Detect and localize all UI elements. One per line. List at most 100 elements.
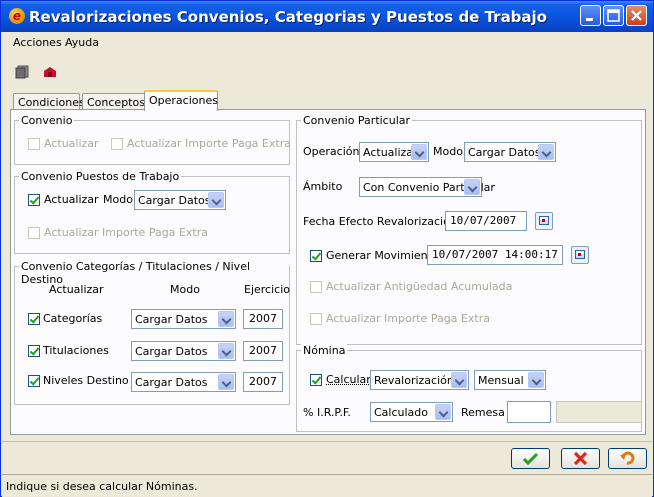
puestos-paga-extra-checkbox[interactable]: [28, 227, 40, 239]
puestos-actualizar-checkbox[interactable]: [28, 194, 40, 206]
chevron-down-icon[interactable]: [218, 343, 234, 359]
calendar-icon[interactable]: [571, 246, 589, 264]
exit-icon[interactable]: [42, 65, 56, 79]
chevron-down-icon[interactable]: [451, 372, 467, 388]
particular-modo-select[interactable]: Cargar Datos: [464, 142, 556, 162]
undo-button[interactable]: [608, 448, 647, 469]
nomina-tipo-select[interactable]: Revalorización: [370, 370, 469, 390]
minimize-icon: [581, 6, 600, 25]
categorias-label: Categorías: [43, 312, 103, 325]
minimize-button[interactable]: [580, 5, 601, 26]
header-actualizar: Actualizar: [49, 283, 104, 296]
calendar-icon[interactable]: [535, 212, 553, 230]
chevron-down-icon[interactable]: [464, 179, 480, 195]
group-particular: Convenio Particular Operación Actualizar…: [296, 114, 642, 345]
toolbar: [2, 54, 652, 84]
convenio-actualizar-checkbox[interactable]: [28, 138, 40, 150]
remesa-description-field: [556, 401, 642, 423]
group-nomina: Nómina Calcular Revalorización Mensual %…: [296, 344, 642, 432]
status-bar: Indique si desea calcular Nóminas.: [2, 474, 652, 497]
copy-icon[interactable]: [15, 65, 29, 79]
calcular-label: Calcular: [326, 373, 371, 386]
puestos-modo-value: Cargar Datos: [138, 194, 211, 207]
chevron-down-icon[interactable]: [411, 144, 427, 160]
title-bar[interactable]: e Revalorizaciones Convenios, Categorias…: [1, 1, 653, 32]
niveles-ejercicio-input[interactable]: 2007: [243, 372, 283, 392]
maximize-button[interactable]: [603, 5, 624, 26]
niveles-modo-select[interactable]: Cargar Datos: [131, 372, 236, 392]
categorias-modo-value: Cargar Datos: [135, 313, 208, 326]
menu-ayuda[interactable]: Ayuda: [65, 36, 99, 49]
cancel-button[interactable]: [561, 448, 600, 469]
menu-bar: Acciones Ayuda: [2, 32, 652, 54]
chevron-down-icon[interactable]: [538, 144, 554, 160]
convenio-paga-extra-label: Actualizar Importe Paga Extra: [127, 137, 291, 150]
particular-paga-extra-label: Actualizar Importe Paga Extra: [326, 312, 490, 325]
group-puestos: Convenio Puestos de Trabajo Actualizar M…: [14, 170, 290, 254]
chevron-down-icon[interactable]: [218, 311, 234, 327]
fecha-efecto-label: Fecha Efecto Revalorización: [303, 215, 457, 228]
puestos-modo-select[interactable]: Cargar Datos: [134, 190, 226, 210]
nomina-periodo-select[interactable]: Mensual: [474, 370, 546, 390]
status-text: Indique si desea calcular Nóminas.: [6, 480, 198, 493]
header-modo: Modo: [170, 283, 200, 296]
operacion-select[interactable]: Actualizar: [359, 142, 429, 162]
antiguedad-label: Actualizar Antigüedad Acumulada: [326, 280, 513, 293]
tab-conceptos[interactable]: Conceptos: [82, 93, 146, 110]
tab-operaciones[interactable]: Operaciones: [144, 90, 218, 111]
group-puestos-legend: Convenio Puestos de Trabajo: [19, 170, 182, 183]
nomina-periodo-value: Mensual: [478, 374, 524, 387]
categorias-modo-select[interactable]: Cargar Datos: [131, 309, 236, 329]
chevron-down-icon[interactable]: [218, 374, 234, 390]
categorias-checkbox[interactable]: [28, 313, 40, 325]
group-convenio: Convenio Actualizar Actualizar Importe P…: [14, 114, 291, 165]
titulaciones-checkbox[interactable]: [28, 345, 40, 357]
irpf-value: Calculado: [374, 406, 429, 419]
irpf-select[interactable]: Calculado: [370, 402, 453, 422]
maximize-icon: [604, 6, 623, 25]
particular-modo-value: Cargar Datos: [468, 146, 541, 159]
fecha-efecto-input[interactable]: 10/07/2007: [445, 211, 527, 231]
convenio-paga-extra-checkbox[interactable]: [111, 138, 123, 150]
titulaciones-modo-value: Cargar Datos: [135, 345, 208, 358]
close-button[interactable]: [626, 5, 647, 26]
close-icon: [627, 6, 646, 25]
chevron-down-icon[interactable]: [435, 404, 451, 420]
menu-acciones[interactable]: Acciones: [13, 36, 62, 49]
tab-condiciones[interactable]: Condiciones: [13, 93, 85, 110]
puestos-actualizar-label: Actualizar: [44, 193, 99, 206]
convenio-actualizar-label: Actualizar: [44, 137, 99, 150]
undo-icon: [609, 449, 646, 474]
operacion-label: Operación: [303, 145, 360, 158]
niveles-label: Niveles Destino: [43, 374, 129, 387]
chevron-down-icon[interactable]: [208, 192, 224, 208]
remesa-label: Remesa: [461, 406, 505, 419]
group-convenio-legend: Convenio: [19, 114, 75, 127]
remesa-input[interactable]: [507, 401, 551, 423]
niveles-checkbox[interactable]: [28, 375, 40, 387]
puestos-modo-label: Modo: [103, 193, 133, 206]
chevron-down-icon[interactable]: [528, 372, 544, 388]
app-e-icon: e: [9, 8, 25, 24]
niveles-modo-value: Cargar Datos: [135, 376, 208, 389]
separator: [2, 441, 652, 442]
calcular-checkbox[interactable]: [310, 374, 322, 386]
generar-movimiento-checkbox[interactable]: [310, 250, 322, 262]
header-ejercicio: Ejercicio: [244, 283, 290, 296]
nomina-tipo-value: Revalorización: [374, 374, 454, 387]
generar-movimiento-input[interactable]: 10/07/2007 14:00:17: [427, 245, 563, 265]
ambito-select[interactable]: Con Convenio Particular: [359, 177, 495, 197]
particular-paga-extra-checkbox[interactable]: [310, 313, 322, 325]
titulaciones-modo-select[interactable]: Cargar Datos: [131, 341, 236, 361]
antiguedad-checkbox[interactable]: [310, 281, 322, 293]
cancel-x-icon: [562, 449, 599, 474]
categorias-ejercicio-input[interactable]: 2007: [243, 309, 283, 329]
generar-movimiento-label: Generar Movimiento: [326, 249, 439, 262]
titulaciones-ejercicio-input[interactable]: 2007: [243, 341, 283, 361]
puestos-paga-extra-label: Actualizar Importe Paga Extra: [44, 226, 208, 239]
group-particular-legend: Convenio Particular: [301, 114, 413, 127]
particular-modo-label: Modo: [433, 145, 463, 158]
accept-button[interactable]: [511, 448, 550, 469]
irpf-label: % I.R.P.F.: [303, 406, 351, 419]
window-title: Revalorizaciones Convenios, Categorias y…: [29, 8, 547, 26]
